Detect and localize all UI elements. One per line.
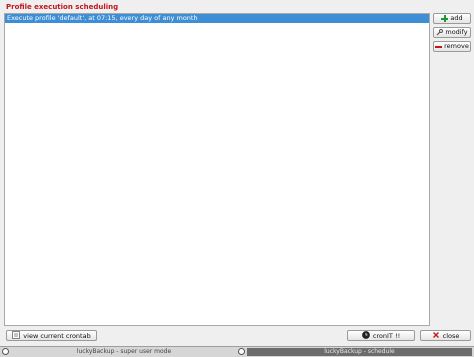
- schedule-dialog: Profile execution scheduling Execute pro…: [0, 0, 474, 345]
- app-icon: [238, 348, 245, 355]
- close-label: close: [442, 331, 460, 340]
- cronit-button[interactable]: cronIT !!: [347, 330, 415, 341]
- taskbar-item-main[interactable]: luckyBackup - super user mode: [12, 348, 236, 356]
- plus-icon: [441, 15, 449, 22]
- section-title: Profile execution scheduling: [6, 3, 119, 11]
- list-item[interactable]: Execute profile 'default', at 07:15, eve…: [5, 14, 429, 23]
- view-crontab-label: view current crontab: [23, 331, 91, 340]
- remove-button-label: remove: [444, 42, 469, 50]
- modify-button[interactable]: modify: [433, 27, 471, 38]
- add-button-label: add: [450, 14, 463, 22]
- remove-button[interactable]: remove: [433, 41, 471, 52]
- cronit-label: cronIT !!: [372, 331, 401, 340]
- taskbar-item-schedule[interactable]: luckyBackup - schedule: [247, 348, 472, 356]
- view-crontab-button[interactable]: view current crontab: [6, 330, 97, 341]
- taskbar: luckyBackup - super user mode luckyBacku…: [0, 346, 474, 357]
- minus-icon: [435, 43, 443, 50]
- cron-icon: [361, 330, 370, 341]
- crontab-icon: [12, 330, 21, 341]
- close-button[interactable]: close: [420, 330, 471, 341]
- app-icon: [2, 348, 9, 355]
- wrench-icon: [436, 29, 444, 36]
- schedule-list[interactable]: Execute profile 'default', at 07:15, eve…: [4, 13, 430, 326]
- close-icon: [432, 331, 440, 341]
- add-button[interactable]: add: [433, 13, 471, 24]
- modify-button-label: modify: [445, 28, 468, 36]
